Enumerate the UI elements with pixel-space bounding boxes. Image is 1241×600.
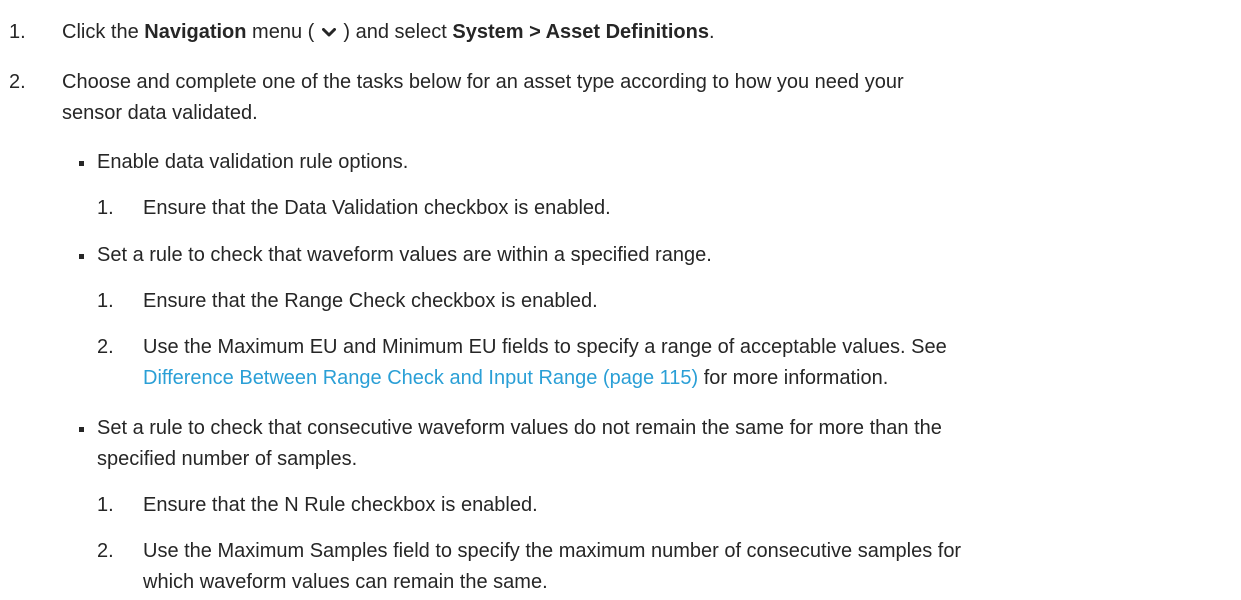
task-2-bullet xyxy=(79,254,84,259)
step-1-text: Click the Navigation menu ( ) and select… xyxy=(62,18,715,46)
task-3-bullet xyxy=(79,427,84,432)
task-2-sub-2-line-1: Use the Maximum EU and Minimum EU fields… xyxy=(143,336,947,358)
range-check-input-range-link[interactable]: Difference Between Range Check and Input… xyxy=(143,367,698,389)
chevron-down-icon xyxy=(321,18,336,46)
task-3-sub-2-number: 2. xyxy=(97,540,114,562)
document-page: { "steps": { "s1": { "num": "1.", "p1": … xyxy=(0,0,1241,600)
task-1-sub-1-text: Ensure that the Data Validation checkbox… xyxy=(143,197,611,219)
task-3-sub-2-line-1: Use the Maximum Samples field to specify… xyxy=(143,540,962,562)
step-2-line-2: sensor data validated. xyxy=(62,102,258,124)
task-2-text: Set a rule to check that waveform values… xyxy=(97,244,712,266)
task-2-sub-1-number: 1. xyxy=(97,290,114,312)
task-3-line-1: Set a rule to check that consecutive wav… xyxy=(97,417,942,439)
step-2-line-1: Choose and complete one of the tasks bel… xyxy=(62,71,904,93)
task-3-sub-2-line-2: which waveform values can remain the sam… xyxy=(143,571,548,593)
task-2-sub-2-number: 2. xyxy=(97,336,114,358)
task-1-bullet xyxy=(79,161,84,166)
task-3-sub-1-number: 1. xyxy=(97,494,114,516)
navigation-label: Navigation xyxy=(144,21,247,43)
step-2-number: 2. xyxy=(9,71,26,93)
step-1-number: 1. xyxy=(9,21,26,43)
task-2-sub-2-line-2: Difference Between Range Check and Input… xyxy=(143,367,889,389)
task-1-text: Enable data validation rule options. xyxy=(97,151,409,173)
task-3-line-2: specified number of samples. xyxy=(97,448,358,470)
task-1-sub-1-number: 1. xyxy=(97,197,114,219)
task-3-sub-1-text: Ensure that the N Rule checkbox is enabl… xyxy=(143,494,538,516)
system-asset-definitions-path: System > Asset Definitions xyxy=(452,21,709,43)
task-2-sub-1-text: Ensure that the Range Check checkbox is … xyxy=(143,290,598,312)
